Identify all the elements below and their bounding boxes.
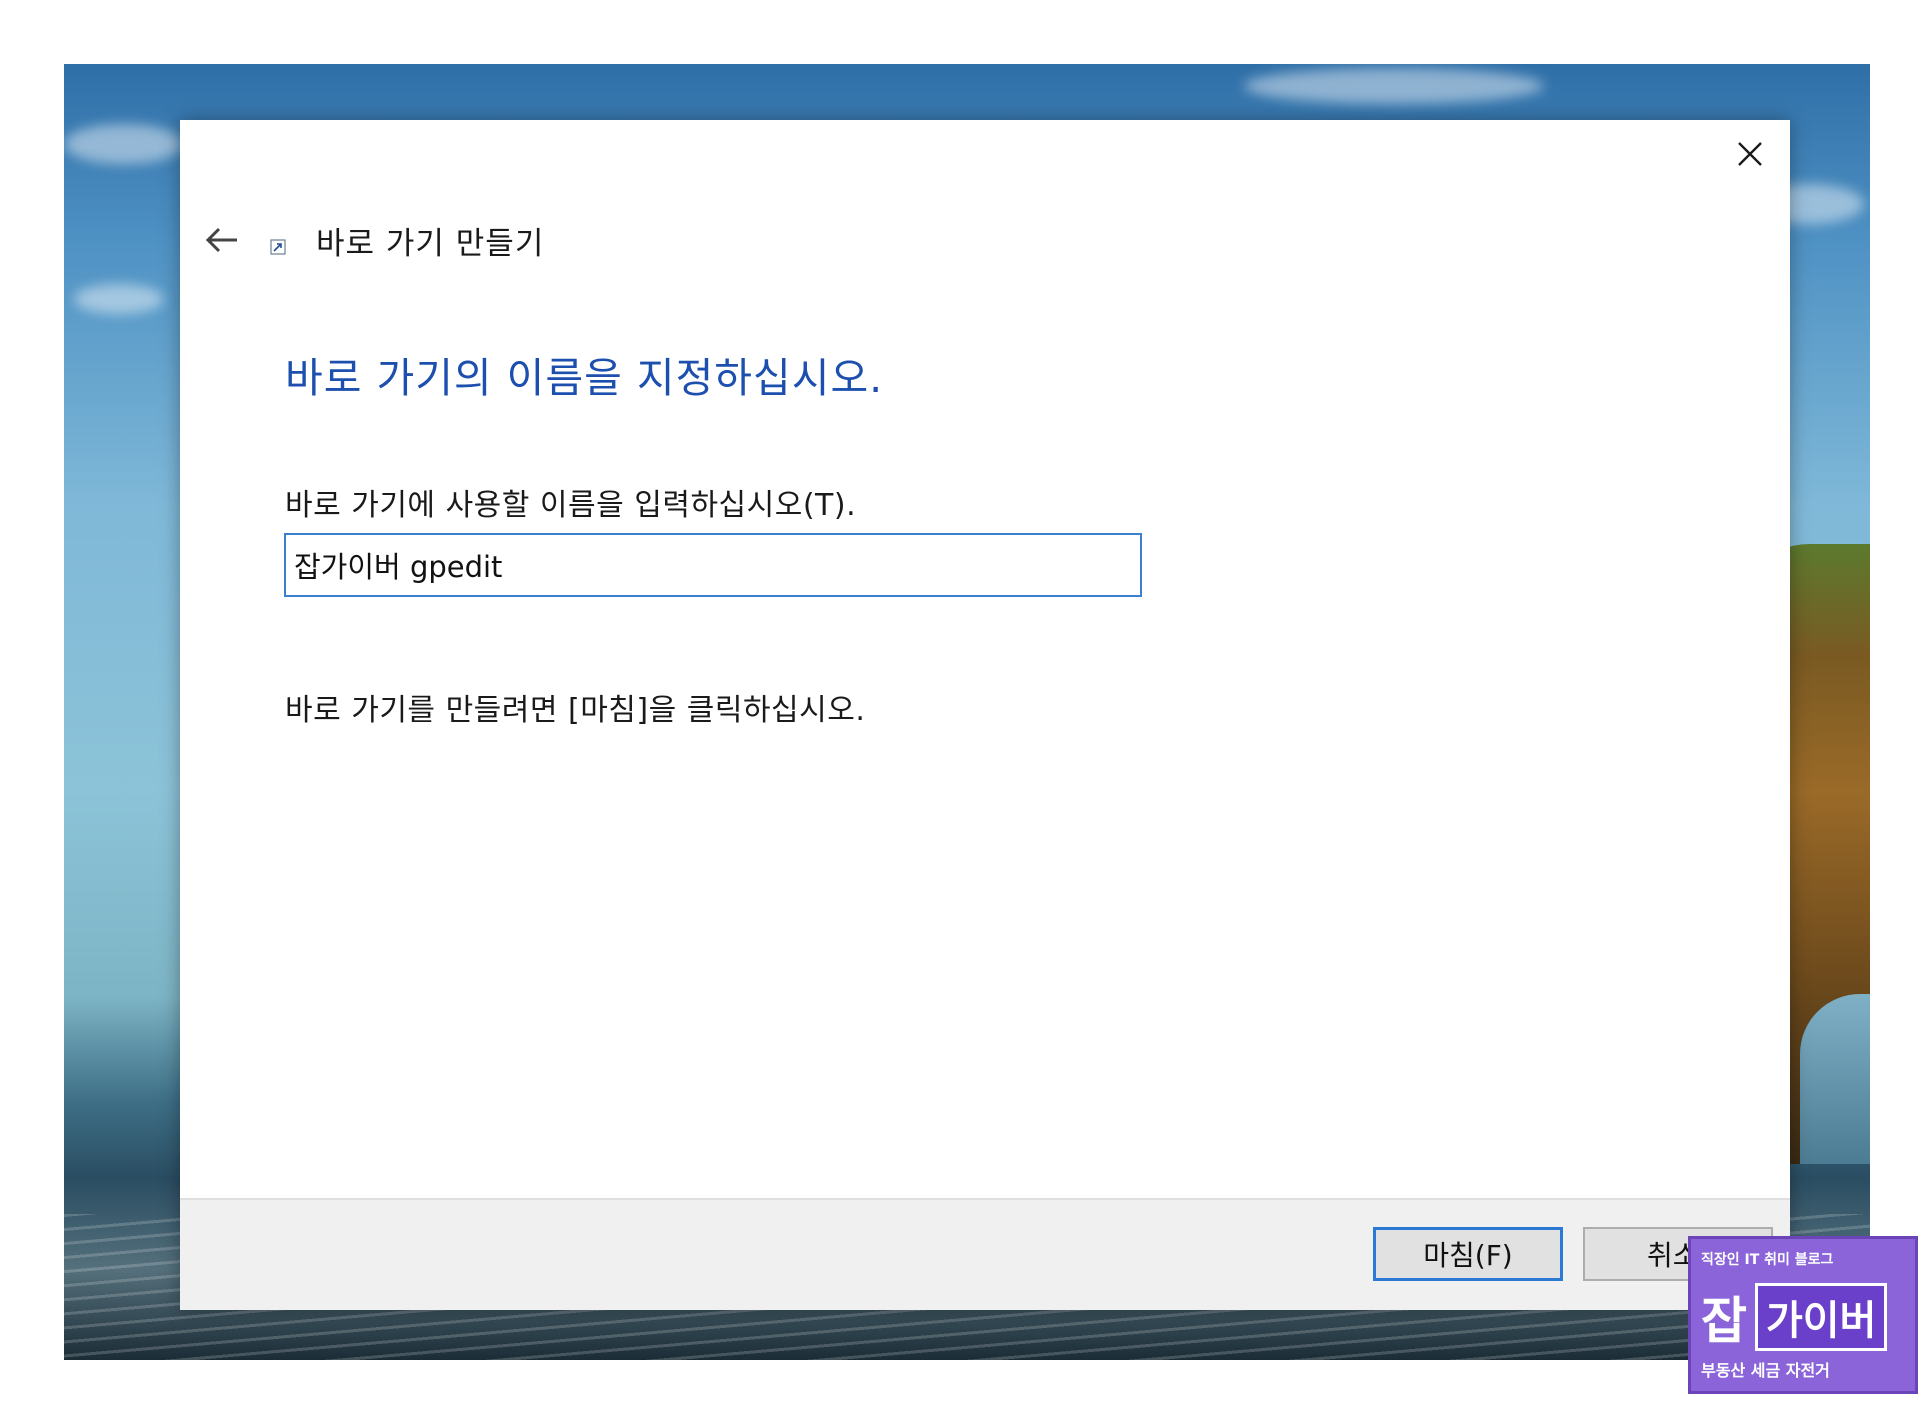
cloud — [64, 124, 184, 164]
watermark-logo-name: 가이버 — [1755, 1283, 1888, 1351]
shortcut-overlay-icon — [270, 239, 286, 255]
finish-instruction: 바로 가기를 만들려면 [마침]을 클릭하십시오. — [285, 693, 866, 728]
blog-watermark: 직장인 IT 취미 블로그 잡 가이버 부동산 세금 자전거 — [1688, 1236, 1918, 1394]
wizard-title: 바로 가기 만들기 — [316, 225, 545, 262]
cloud — [74, 284, 164, 314]
watermark-logo: 잡 가이버 — [1701, 1281, 1888, 1353]
page-instruction: 바로 가기의 이름을 지정하십시오. — [285, 354, 884, 402]
watermark-logo-char: 잡 — [1701, 1292, 1747, 1350]
back-arrow-icon — [205, 227, 237, 253]
wizard-header: 바로 가기 만들기 — [202, 218, 544, 262]
close-icon — [1738, 142, 1762, 166]
rock-arch-opening — [1800, 994, 1870, 1164]
back-button[interactable] — [202, 220, 242, 260]
dialog-footer: 마침(F) 취소 — [180, 1198, 1790, 1310]
create-shortcut-dialog: 바로 가기 만들기 바로 가기의 이름을 지정하십시오. 바로 가기에 사용할 … — [180, 120, 1790, 1310]
watermark-subtitle: 부동산 세금 자전거 — [1701, 1361, 1830, 1380]
finish-button[interactable]: 마침(F) — [1373, 1227, 1563, 1281]
shortcut-name-input[interactable] — [284, 533, 1142, 597]
close-button[interactable] — [1728, 132, 1772, 176]
cloud — [1244, 68, 1544, 104]
shortcut-name-label: 바로 가기에 사용할 이름을 입력하십시오(T). — [285, 488, 857, 523]
watermark-tagline: 직장인 IT 취미 블로그 — [1701, 1252, 1834, 1268]
